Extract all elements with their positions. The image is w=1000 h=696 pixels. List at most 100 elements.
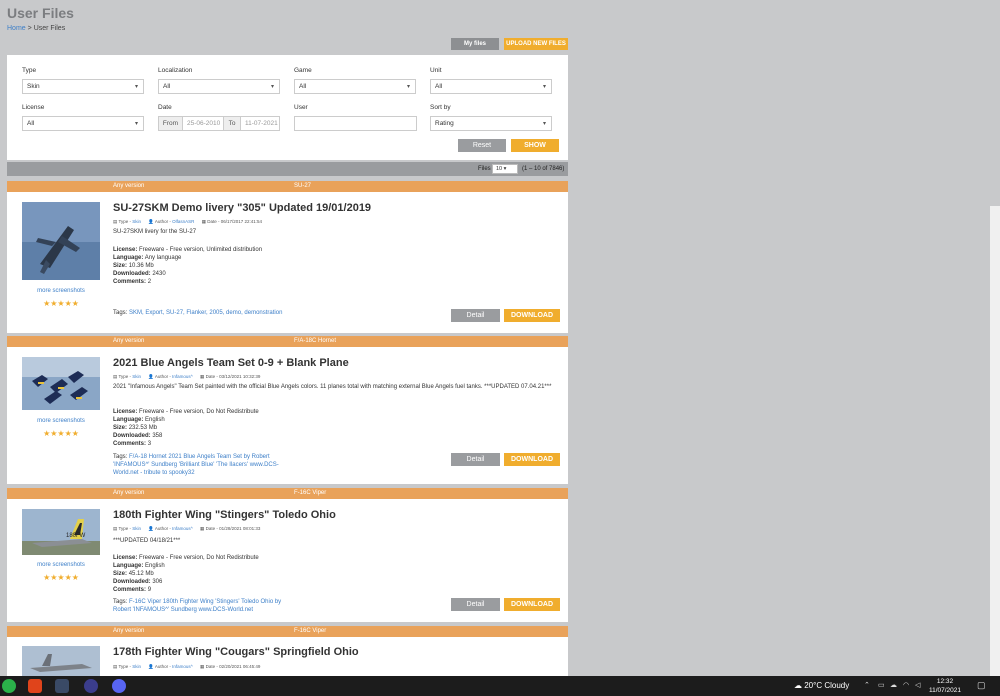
meta-author-label: Author -	[154, 374, 171, 379]
file-tags: Tags: F/A-18 Hornet 2021 Blue Angels Tea…	[113, 453, 293, 477]
size-value: 45.12 Mb	[128, 571, 154, 577]
type-select[interactable]: Skin ▾	[22, 79, 144, 94]
meta-author[interactable]: Infamous^	[172, 664, 193, 669]
card-header: Any version SU-27	[7, 181, 568, 192]
tags-list[interactable]: F/A-18 Hornet 2021 Blue Angels Team Set …	[113, 454, 279, 476]
file-title[interactable]: SU-27SKM Demo livery "305" Updated 19/01…	[113, 202, 371, 214]
more-screenshots-link[interactable]: more screenshots	[22, 418, 100, 424]
notifications-icon[interactable]: ▢	[977, 680, 986, 691]
more-screenshots-link[interactable]: more screenshots	[22, 562, 100, 568]
license-select[interactable]: All ▾	[22, 116, 144, 131]
calendar-icon: ▦	[201, 219, 206, 224]
page-scrollbar[interactable]	[990, 206, 1000, 676]
per-page-select[interactable]: 10 ▾	[492, 164, 518, 174]
downloaded-value: 306	[152, 579, 163, 585]
calendar-icon: ▦	[200, 526, 205, 531]
file-thumbnail[interactable]	[22, 646, 100, 676]
card-header: Any version F-16C Viper	[7, 626, 568, 637]
downloaded-info-label: Downloaded:	[113, 433, 151, 439]
meta-date: Date - 03/12/2021 10:32:39	[205, 374, 261, 379]
meta-date: Date - 06/17/2017 22:41:54	[207, 219, 263, 224]
file-meta: ▤ Type - Skin 👤 Author - Infamous^ ▦ Dat…	[113, 526, 266, 532]
app-icon[interactable]	[84, 679, 98, 693]
meta-author[interactable]: Infamous^	[172, 526, 193, 531]
license-info-label: License:	[113, 409, 138, 415]
card-version: Any version	[113, 338, 145, 344]
comments-info-label: Comments:	[113, 279, 147, 285]
download-button[interactable]: DOWNLOAD	[504, 598, 560, 611]
detail-button[interactable]: Detail	[451, 309, 500, 322]
file-title[interactable]: 2021 Blue Angels Team Set 0-9 + Blank Pl…	[113, 357, 349, 369]
taskbar: ☁ 20°C Cloudy ⌃ ▭ ☁ ◠ ◁ 12:32 11/07/2021…	[0, 676, 1000, 696]
volume-icon[interactable]: ◁	[915, 681, 920, 689]
clock[interactable]: 12:32 11/07/2021	[928, 677, 962, 695]
meta-author[interactable]: OlfasnASR	[172, 219, 194, 224]
breadcrumb-home[interactable]: Home	[7, 25, 26, 32]
chevron-up-icon[interactable]: ⌃	[864, 681, 870, 689]
meta-type[interactable]: Skin	[132, 219, 141, 224]
discord-icon[interactable]	[112, 679, 126, 693]
dcs-icon[interactable]	[55, 679, 69, 693]
type-icon: ▤	[113, 374, 118, 379]
sort-select[interactable]: Rating ▾	[430, 116, 552, 131]
downloaded-value: 2430	[152, 271, 166, 277]
comments-value: 9	[147, 587, 152, 593]
file-thumbnail[interactable]	[22, 357, 100, 410]
reset-button[interactable]: Reset	[458, 139, 506, 152]
size-info-label: Size:	[113, 263, 128, 269]
detail-button[interactable]: Detail	[451, 453, 500, 466]
tags-list[interactable]: SKM, Export, SU-27, Flanker, 2005, demo,…	[129, 310, 282, 316]
file-title[interactable]: 178th Fighter Wing "Cougars" Springfield…	[113, 646, 359, 658]
file-info: License: Freeware - Free version, Do Not…	[113, 408, 259, 448]
unit-value: All	[435, 83, 443, 90]
language-info-label: Language:	[113, 255, 144, 261]
user-icon: 👤	[148, 219, 154, 224]
date-from-input[interactable]: 25-06-2010	[182, 116, 224, 131]
upload-new-files-button[interactable]: UPLOAD NEW FILES	[504, 38, 568, 50]
meta-type[interactable]: Skin	[132, 526, 141, 531]
clock-date: 11/07/2021	[928, 687, 962, 694]
card-game: F-16C Viper	[294, 490, 327, 496]
comments-info-label: Comments:	[113, 441, 147, 447]
breadcrumb-current: User Files	[33, 25, 66, 32]
weather-widget[interactable]: ☁ 20°C Cloudy	[794, 681, 849, 690]
chevron-down-icon: ▾	[134, 84, 138, 90]
download-button[interactable]: DOWNLOAD	[504, 453, 560, 466]
onedrive-icon[interactable]: ☁	[890, 681, 897, 689]
type-icon: ▤	[113, 526, 118, 531]
downloaded-info-label: Downloaded:	[113, 579, 151, 585]
breadcrumb-separator: >	[27, 25, 32, 32]
date-to-input[interactable]: 11-07-2021	[240, 116, 280, 131]
show-button[interactable]: SHOW	[511, 139, 559, 152]
files-label: Files	[478, 166, 491, 172]
localization-select[interactable]: All ▾	[158, 79, 280, 94]
meta-type[interactable]: Skin	[132, 664, 141, 669]
file-info: License: Freeware - Free version, Do Not…	[113, 554, 259, 594]
date-from-label: From	[158, 116, 183, 131]
file-thumbnail[interactable]: 180FW	[22, 509, 100, 555]
file-card: Any version F-16C Viper 178th Fighter Wi…	[7, 626, 568, 676]
unit-select[interactable]: All ▾	[430, 79, 552, 94]
tags-label: Tags:	[113, 599, 128, 605]
meta-type[interactable]: Skin	[132, 374, 141, 379]
user-input[interactable]	[294, 116, 417, 131]
more-screenshots-link[interactable]: more screenshots	[22, 288, 100, 294]
my-files-button[interactable]: My files	[451, 38, 499, 50]
download-button[interactable]: DOWNLOAD	[504, 309, 560, 322]
file-thumbnail[interactable]	[22, 202, 100, 280]
weather-text: 20°C Cloudy	[804, 681, 850, 690]
file-description: 2021 "Infamous Angels" Team Set painted …	[113, 384, 552, 390]
clock-time: 12:32	[936, 678, 954, 685]
meta-author[interactable]: Infamous^	[172, 374, 193, 379]
tags-list[interactable]: F-16C Viper 180th Fighter Wing 'Stingers…	[113, 599, 281, 613]
detail-button[interactable]: Detail	[451, 598, 500, 611]
card-body: 178th Fighter Wing "Cougars" Springfield…	[7, 637, 568, 676]
tray-icon[interactable]: ▭	[878, 681, 885, 689]
card-game: F-16C Viper	[294, 628, 327, 634]
card-body: more screenshots ★★★★★ SU-27SKM Demo liv…	[7, 192, 568, 333]
wifi-icon[interactable]: ◠	[903, 681, 909, 689]
office-icon[interactable]	[28, 679, 42, 693]
file-title[interactable]: 180th Fighter Wing "Stingers" Toledo Ohi…	[113, 509, 336, 521]
whatsapp-icon[interactable]	[2, 679, 16, 693]
game-select[interactable]: All ▾	[294, 79, 416, 94]
